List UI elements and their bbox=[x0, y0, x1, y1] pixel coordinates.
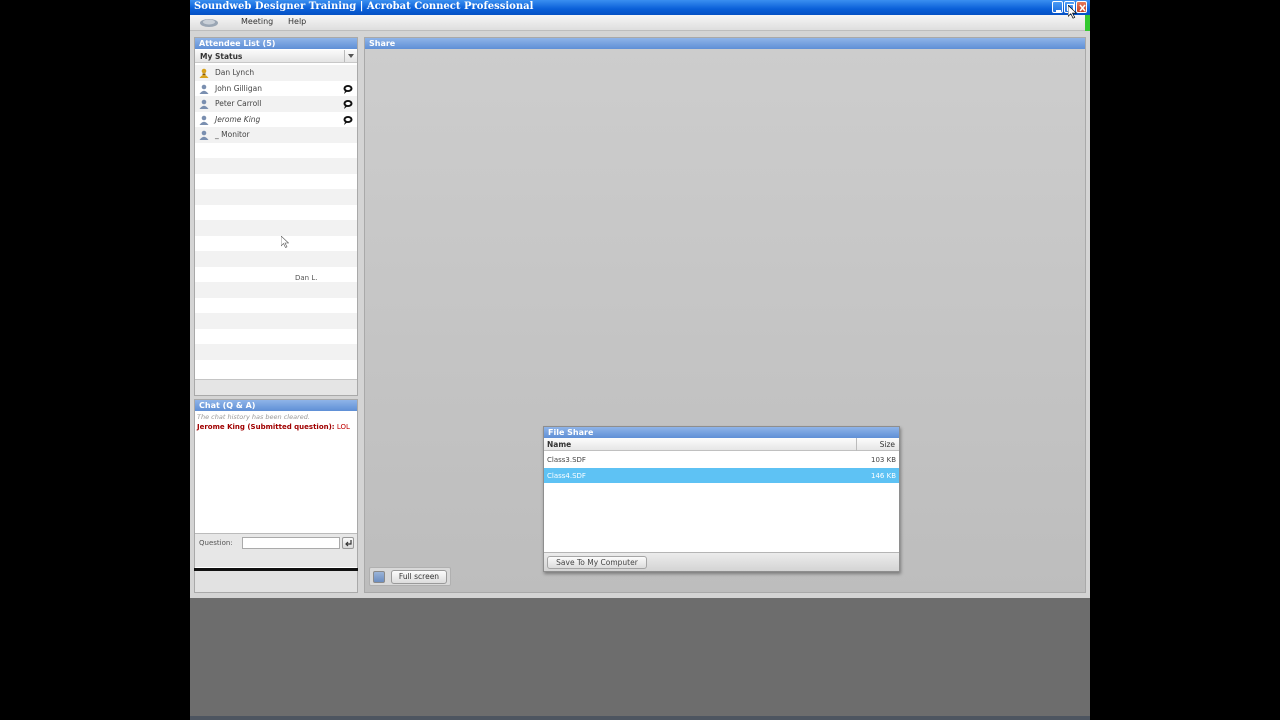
share-stage: Full screen File Share Name Size Class3.… bbox=[365, 49, 1085, 592]
lower-background bbox=[190, 598, 1090, 716]
column-header-size[interactable]: Size bbox=[880, 440, 895, 449]
bottom-border bbox=[190, 716, 1090, 720]
participant-person-icon bbox=[199, 115, 209, 125]
share-title: Share bbox=[365, 38, 1085, 49]
mouse-pointer-icon bbox=[1068, 5, 1077, 19]
attendee-name: Peter Carroll bbox=[215, 99, 262, 108]
attendee-name: Jerome King bbox=[215, 114, 261, 124]
attendee-list-title: Attendee List (5) bbox=[195, 38, 357, 49]
attendee-list-pod: Attendee List (5) My Status Dan Lynch Jo… bbox=[194, 37, 358, 396]
question-input[interactable] bbox=[242, 537, 340, 549]
pod-options-button[interactable] bbox=[373, 571, 385, 583]
attendee-list: Dan Lynch John Gilligan Peter Carroll Je… bbox=[195, 65, 357, 375]
list-stripe bbox=[195, 158, 357, 174]
window-title: Soundweb Designer Training | Acrobat Con… bbox=[194, 1, 534, 12]
question-label: Question: bbox=[199, 539, 233, 547]
save-to-computer-button[interactable]: Save To My Computer bbox=[547, 556, 647, 569]
list-stripe bbox=[195, 282, 357, 298]
list-stripe bbox=[195, 189, 357, 205]
attendee-name: John Gilligan bbox=[215, 83, 262, 93]
chat-bubble-icon[interactable] bbox=[343, 99, 353, 109]
attendee-name: _ Monitor bbox=[215, 130, 250, 139]
host-person-icon bbox=[199, 68, 209, 78]
send-question-button[interactable] bbox=[342, 537, 354, 549]
attendee-row[interactable]: Peter Carroll bbox=[195, 96, 357, 112]
chat-pod-footer bbox=[194, 571, 358, 593]
chat-message: Jerome King (Submitted question): LOL bbox=[197, 423, 350, 431]
file-share-footer: Save To My Computer bbox=[544, 552, 899, 571]
list-stripe bbox=[195, 344, 357, 360]
question-bar: Question: bbox=[195, 533, 357, 567]
remote-cursor-label: Dan L. bbox=[295, 274, 318, 282]
file-row[interactable]: Class4.SDF 146 KB bbox=[544, 467, 899, 483]
attendee-row[interactable]: Jerome King bbox=[195, 112, 357, 128]
chat-system-message: The chat history has been cleared. bbox=[197, 413, 310, 421]
close-icon bbox=[1079, 4, 1086, 12]
file-name: Class3.SDF bbox=[547, 456, 586, 464]
chat-text: LOL bbox=[336, 423, 350, 431]
status-dropdown-arrow[interactable] bbox=[344, 50, 357, 62]
file-size: 146 KB bbox=[871, 471, 896, 480]
participant-person-icon bbox=[199, 84, 209, 94]
menu-meeting[interactable]: Meeting bbox=[241, 17, 273, 26]
list-stripe bbox=[195, 220, 357, 236]
my-status-dropdown[interactable]: My Status bbox=[195, 50, 357, 63]
chevron-down-icon bbox=[348, 54, 354, 58]
title-bar[interactable]: Soundweb Designer Training | Acrobat Con… bbox=[190, 0, 1090, 15]
file-share-pod: File Share Name Size Class3.SDF 103 KB C… bbox=[543, 426, 900, 572]
app-window: Soundweb Designer Training | Acrobat Con… bbox=[190, 0, 1090, 720]
attendee-list-footer bbox=[195, 379, 357, 395]
file-share-title[interactable]: File Share bbox=[544, 427, 899, 438]
list-stripe bbox=[195, 313, 357, 329]
column-divider[interactable] bbox=[856, 438, 857, 451]
mouse-pointer-icon bbox=[281, 236, 289, 248]
chat-bubble-icon[interactable] bbox=[343, 84, 353, 94]
list-stripe bbox=[195, 251, 357, 267]
chat-bubble-icon[interactable] bbox=[343, 115, 353, 125]
attendee-row[interactable]: Dan Lynch bbox=[195, 65, 357, 81]
enter-arrow-icon bbox=[345, 540, 352, 547]
attendee-row[interactable]: John Gilligan bbox=[195, 81, 357, 97]
my-status-label: My Status bbox=[200, 52, 243, 61]
chat-pod: Chat (Q & A) The chat history has been c… bbox=[194, 399, 358, 569]
connect-logo-icon[interactable] bbox=[198, 17, 220, 28]
minimize-button[interactable] bbox=[1052, 1, 1063, 13]
file-size: 103 KB bbox=[871, 456, 896, 464]
file-row[interactable]: Class3.SDF 103 KB bbox=[544, 452, 899, 468]
participant-person-icon bbox=[199, 130, 209, 140]
chat-title: Chat (Q & A) bbox=[195, 400, 357, 411]
pod-controls: Full screen bbox=[369, 567, 451, 586]
attendee-name: Dan Lynch bbox=[215, 68, 255, 77]
chat-sender: Jerome King (Submitted question): bbox=[197, 423, 335, 431]
column-header-name[interactable]: Name bbox=[547, 440, 571, 449]
file-name: Class4.SDF bbox=[547, 471, 586, 480]
close-button[interactable] bbox=[1076, 1, 1087, 13]
connection-status-indicator bbox=[1085, 15, 1090, 31]
participant-person-icon bbox=[199, 99, 209, 109]
menu-bar: Meeting Help bbox=[190, 15, 1090, 31]
fullscreen-button[interactable]: Full screen bbox=[391, 570, 447, 584]
file-table-header: Name Size bbox=[544, 438, 899, 451]
menu-help[interactable]: Help bbox=[288, 17, 306, 26]
attendee-row[interactable]: _ Monitor bbox=[195, 127, 357, 143]
minimize-icon bbox=[1056, 10, 1061, 12]
share-pod: Share Full screen File Share Name Size C… bbox=[364, 37, 1086, 593]
